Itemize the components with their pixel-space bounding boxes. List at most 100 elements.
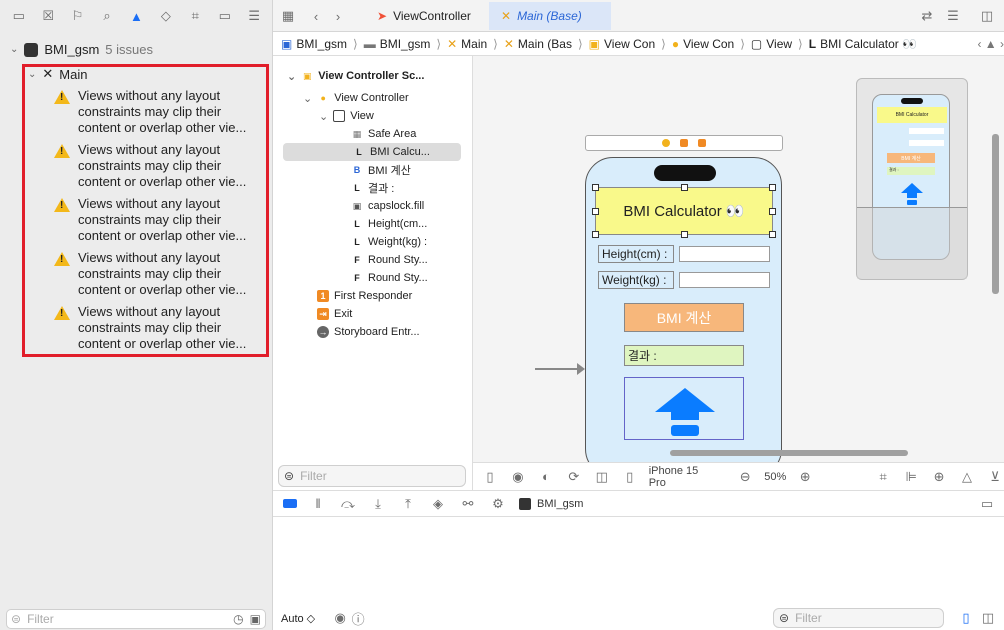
title-label[interactable]: BMI Calculator 👀 <box>592 184 776 238</box>
right-panel-icon[interactable]: ◫ <box>979 609 997 627</box>
outline-row[interactable]: ⇥ Exit <box>317 305 352 323</box>
diamond-icon[interactable]: ◇ <box>157 7 175 25</box>
issue-nav-icon[interactable]: ‹ ▲ › <box>977 37 1004 51</box>
issue-toggle-icon[interactable]: ▣ <box>250 612 261 626</box>
search-icon[interactable]: ⌕ <box>98 7 116 25</box>
resize-handle[interactable] <box>769 208 776 215</box>
responder-dock-icon[interactable] <box>680 139 688 147</box>
outline-row[interactable]: B BMI 계산 <box>351 161 411 179</box>
resolve-icon[interactable]: △ <box>958 468 976 486</box>
scene-preview[interactable]: BMI Calculator BMI 계산 결과 : <box>856 78 968 280</box>
resize-handle[interactable] <box>769 231 776 238</box>
align-icon[interactable]: ⊫ <box>902 468 920 486</box>
outline-row[interactable]: L BMI Calcu... <box>283 143 461 161</box>
grid-icon[interactable]: ▦ <box>279 7 297 25</box>
weight-textfield[interactable] <box>679 272 770 288</box>
result-label[interactable]: 결과 : <box>624 345 744 366</box>
outline-row[interactable]: ▦ Safe Area <box>351 125 417 143</box>
resize-handle[interactable] <box>592 184 599 191</box>
step-in-icon[interactable]: ⤓ <box>369 495 387 513</box>
view-debugger-icon[interactable]: ◈ <box>429 495 447 513</box>
auto-selector[interactable]: Auto ◇ <box>281 612 315 625</box>
filter-icon[interactable]: ⊜ <box>11 612 21 626</box>
storyboard-canvas[interactable]: BMI Calculator 👀 Height(cm) : Weight(kg)… <box>473 56 1004 462</box>
capslock-image[interactable] <box>624 377 744 440</box>
device-name[interactable]: iPhone 15 Pro <box>649 465 719 489</box>
issue-item[interactable]: Views without any layout constraints may… <box>54 304 264 352</box>
group-row-main[interactable]: ⌄ ✕ Main <box>28 66 87 82</box>
tag-icon[interactable]: ⌗ <box>186 7 204 25</box>
orientation-icon[interactable]: ⟳ <box>565 468 583 486</box>
filter-icon[interactable]: ⊜ <box>779 611 789 625</box>
pin-icon[interactable]: ⊕ <box>930 468 948 486</box>
environment-icon[interactable]: ⚙ <box>489 495 507 513</box>
crumb-label[interactable]: L BMI Calculator 👀 <box>809 37 917 51</box>
crumb-folder[interactable]: ▬ BMI_gsm ⟩ <box>364 37 443 51</box>
appearance-icon[interactable]: ◐ <box>537 468 555 486</box>
step-over-icon[interactable]: ⤼ <box>339 495 357 513</box>
outline-row[interactable]: ⌄ ● View Controller <box>303 89 409 107</box>
scene-dock[interactable] <box>585 135 783 151</box>
outline-row[interactable]: → Storyboard Entr... <box>317 323 420 341</box>
iphone-frame[interactable]: BMI Calculator 👀 Height(cm) : Weight(kg)… <box>585 157 782 462</box>
navigator-filter[interactable]: ⊜ Filter ◷ ▣ <box>6 609 266 629</box>
x-square-icon[interactable]: ☒ <box>39 7 57 25</box>
chevron-down-icon[interactable]: ⌄ <box>10 44 18 55</box>
left-panel-icon[interactable]: ▯ <box>957 609 975 627</box>
chevron-down-icon[interactable]: ⌄ <box>28 69 36 80</box>
crumb-main-base[interactable]: ✕ Main (Bas ⟩ <box>504 37 585 51</box>
issue-item[interactable]: Views without any layout constraints may… <box>54 250 264 298</box>
outline-row[interactable]: ⌄ ▣ View Controller Sc... <box>287 67 424 85</box>
bookmark-icon[interactable]: ⚐ <box>69 7 87 25</box>
resize-handle[interactable] <box>769 184 776 191</box>
outline-row[interactable]: L 결과 : <box>351 179 394 197</box>
outline-row[interactable]: L Height(cm... <box>351 215 427 233</box>
crumb-view[interactable]: ▢ View ⟩ <box>751 37 805 51</box>
pause-icon[interactable]: ‖ <box>309 495 327 513</box>
embed-icon[interactable]: ⊻ <box>986 468 1004 486</box>
tab-main-base[interactable]: ✕ Main (Base) <box>489 2 611 30</box>
eye-icon[interactable]: ◉ <box>331 609 349 627</box>
console-filter[interactable]: ⊜ Filter <box>773 608 944 628</box>
horizontal-scrollbar[interactable] <box>670 450 908 456</box>
outline-row[interactable]: F Round Sty... <box>351 269 427 287</box>
device-split-icon[interactable]: ◫ <box>593 468 611 486</box>
height-textfield[interactable] <box>679 246 770 262</box>
project-row[interactable]: ⌄ BMI_gsm 5 issues <box>10 42 153 57</box>
lines-icon[interactable]: ☰ <box>944 7 962 25</box>
split-icon[interactable]: ◫ <box>978 7 996 25</box>
warning-icon[interactable]: ▲ <box>127 7 145 25</box>
resize-handle[interactable] <box>681 231 688 238</box>
info-icon[interactable]: ⓘ <box>349 609 367 627</box>
debug-target[interactable]: BMI_gsm <box>537 498 583 510</box>
issue-item[interactable]: Views without any layout constraints may… <box>54 142 264 190</box>
outline-filter[interactable]: ⊜ Filter <box>278 465 466 487</box>
vertical-scrollbar[interactable] <box>992 134 999 294</box>
phone-icon[interactable]: ▯ <box>621 468 639 486</box>
filter-icon[interactable]: ⊜ <box>284 469 294 483</box>
zoom-in-icon[interactable]: ⊕ <box>796 468 814 486</box>
issue-item[interactable]: Views without any layout constraints may… <box>54 196 264 244</box>
crumb-scene[interactable]: ▣ View Con ⟩ <box>589 37 668 51</box>
outline-row[interactable]: L Weight(kg) : <box>351 233 427 251</box>
controller-dock-icon[interactable] <box>662 139 670 147</box>
outline-row[interactable]: ▣ capslock.fill <box>351 197 425 215</box>
bmi-button[interactable]: BMI 계산 <box>624 303 744 332</box>
memory-graph-icon[interactable]: ⚯ <box>459 495 477 513</box>
swap-icon[interactable]: ⇄ <box>918 7 936 25</box>
outline-row[interactable]: 1 First Responder <box>317 287 412 305</box>
crumb-controller[interactable]: ● View Con ⟩ <box>672 37 747 51</box>
outline-row[interactable]: ⌄ View <box>319 107 374 125</box>
crumb-project[interactable]: ▣ BMI_gsm ⟩ <box>281 37 360 51</box>
accessibility-icon[interactable]: ◉ <box>509 468 527 486</box>
height-label[interactable]: Height(cm) : <box>598 245 674 263</box>
forward-arrow-icon[interactable]: › <box>329 7 347 25</box>
step-out-icon[interactable]: ⤒ <box>399 495 417 513</box>
crumb-storyboard[interactable]: ✕ Main ⟩ <box>447 37 500 51</box>
resize-handle[interactable] <box>681 184 688 191</box>
list-icon[interactable]: ☰ <box>245 7 263 25</box>
breakpoint-icon[interactable] <box>283 499 297 508</box>
entry-point-arrow[interactable] <box>535 368 583 370</box>
weight-label[interactable]: Weight(kg) : <box>598 271 674 289</box>
label-icon[interactable]: ▭ <box>216 7 234 25</box>
